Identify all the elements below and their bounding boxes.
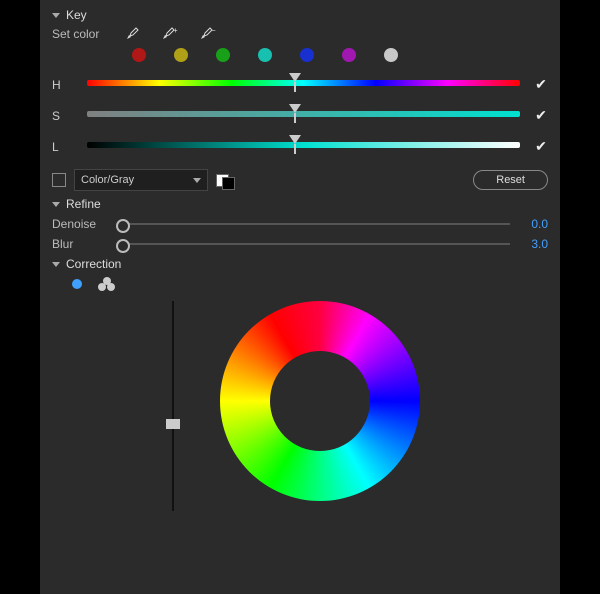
luminance-slider[interactable] [87,142,520,152]
section-key-label: Key [66,8,87,22]
section-correction[interactable]: Correction [52,257,548,271]
blur-label: Blur [52,237,112,251]
blur-value[interactable]: 3.0 [520,237,548,251]
caret-down-icon [52,262,60,267]
correction-mode-tri-icon[interactable] [98,277,116,291]
correction-mode-single-icon[interactable] [72,279,82,289]
color-swatch-row [132,48,548,62]
color-wheel-area [52,301,548,501]
hue-channel-toggle[interactable]: ✔ [534,76,548,93]
colorgray-select-value: Color/Gray [81,174,134,186]
wheel-luma-knob[interactable] [166,419,180,429]
lum-channel-toggle[interactable]: ✔ [534,138,548,155]
saturation-slider[interactable] [87,111,520,121]
set-color-label: Set color [52,27,112,41]
wheel-luma-slider[interactable] [172,301,174,511]
colorgray-select[interactable]: Color/Gray [74,169,208,191]
swatch-yellow[interactable] [174,48,188,62]
eyedropper-icon[interactable] [124,26,140,42]
section-refine[interactable]: Refine [52,197,548,211]
section-key[interactable]: Key [52,8,548,22]
blur-slider[interactable] [122,243,510,245]
colorgray-checkbox[interactable] [52,173,66,187]
color-wheel[interactable] [220,301,420,501]
eyedropper-add-icon[interactable]: + [160,26,178,42]
hue-slider[interactable] [87,80,520,90]
chevron-down-icon [193,178,201,183]
sat-label: S [52,109,87,123]
eyedropper-subtract-icon[interactable]: − [198,26,216,42]
denoise-label: Denoise [52,217,112,231]
invert-icon[interactable] [216,172,234,188]
reset-button[interactable]: Reset [473,170,548,190]
caret-down-icon [52,13,60,18]
swatch-red[interactable] [132,48,146,62]
swatch-blue[interactable] [300,48,314,62]
swatch-white[interactable] [384,48,398,62]
section-correction-label: Correction [66,257,121,271]
color-key-panel: Key Set color + − H ✔ [40,0,560,594]
swatch-green[interactable] [216,48,230,62]
swatch-cyan[interactable] [258,48,272,62]
swatch-magenta[interactable] [342,48,356,62]
denoise-slider[interactable] [122,223,510,225]
section-refine-label: Refine [66,197,101,211]
denoise-value[interactable]: 0.0 [520,217,548,231]
sat-channel-toggle[interactable]: ✔ [534,107,548,124]
hue-label: H [52,78,87,92]
svg-text:+: + [173,26,178,35]
caret-down-icon [52,202,60,207]
svg-text:−: − [211,26,216,35]
lum-label: L [52,140,87,154]
